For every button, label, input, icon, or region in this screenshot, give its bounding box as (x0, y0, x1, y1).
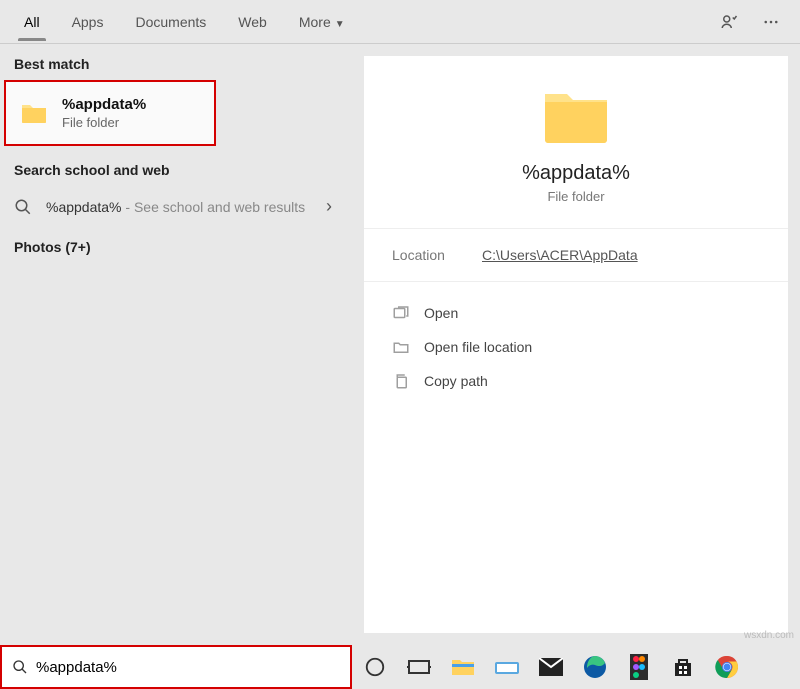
more-options-icon[interactable] (750, 5, 792, 39)
keyboard-icon[interactable] (494, 654, 520, 680)
edge-icon[interactable] (582, 654, 608, 680)
results-panel: Best match %appdata% File folder Search … (0, 44, 352, 645)
best-match-item[interactable]: %appdata% File folder (4, 80, 216, 146)
photos-label: Photos (7+) (0, 227, 352, 263)
open-location-icon (392, 338, 410, 356)
folder-icon (541, 86, 611, 146)
tab-all[interactable]: All (8, 4, 56, 40)
tab-apps[interactable]: Apps (56, 4, 120, 40)
taskbar (352, 645, 800, 689)
best-match-label: Best match (0, 44, 352, 80)
tab-documents[interactable]: Documents (119, 4, 222, 40)
location-row: Location C:\Users\ACER\AppData (364, 229, 788, 282)
preview-header: %appdata% File folder (364, 56, 788, 229)
store-icon[interactable] (670, 654, 696, 680)
chevron-down-icon: ▼ (335, 19, 345, 30)
web-result-text: %appdata% - See school and web results (46, 199, 320, 215)
copy-icon (392, 372, 410, 390)
action-open[interactable]: Open (384, 296, 768, 330)
feedback-icon[interactable] (708, 5, 750, 39)
watermark: wsxdn.com (744, 630, 794, 641)
actions-list: Open Open file location Copy path (364, 282, 788, 412)
best-match-subtitle: File folder (62, 115, 146, 130)
folder-icon (20, 101, 48, 125)
location-value[interactable]: C:\Users\ACER\AppData (482, 247, 638, 263)
mail-icon[interactable] (538, 654, 564, 680)
explorer-icon[interactable] (450, 654, 476, 680)
cortana-icon[interactable] (362, 654, 388, 680)
task-view-icon[interactable] (406, 654, 432, 680)
tab-web[interactable]: Web (222, 4, 283, 40)
preview-title: %appdata% (522, 162, 630, 185)
tab-more[interactable]: More▼ (283, 4, 361, 40)
web-result-item[interactable]: %appdata% - See school and web results › (0, 186, 352, 227)
search-icon (12, 659, 28, 675)
preview-subtitle: File folder (547, 189, 604, 204)
action-open-location[interactable]: Open file location (384, 330, 768, 364)
search-web-label: Search school and web (0, 150, 352, 186)
top-tabs: All Apps Documents Web More▼ (0, 0, 800, 44)
location-label: Location (392, 247, 482, 263)
open-icon (392, 304, 410, 322)
action-copy-path[interactable]: Copy path (384, 364, 768, 398)
search-bar[interactable] (0, 645, 352, 689)
figma-icon[interactable] (626, 654, 652, 680)
best-match-title: %appdata% (62, 96, 146, 113)
search-icon (14, 198, 32, 216)
preview-panel: %appdata% File folder Location C:\Users\… (352, 44, 800, 645)
search-input[interactable] (36, 659, 340, 676)
chevron-right-icon[interactable]: › (320, 196, 338, 217)
chrome-icon[interactable] (714, 654, 740, 680)
